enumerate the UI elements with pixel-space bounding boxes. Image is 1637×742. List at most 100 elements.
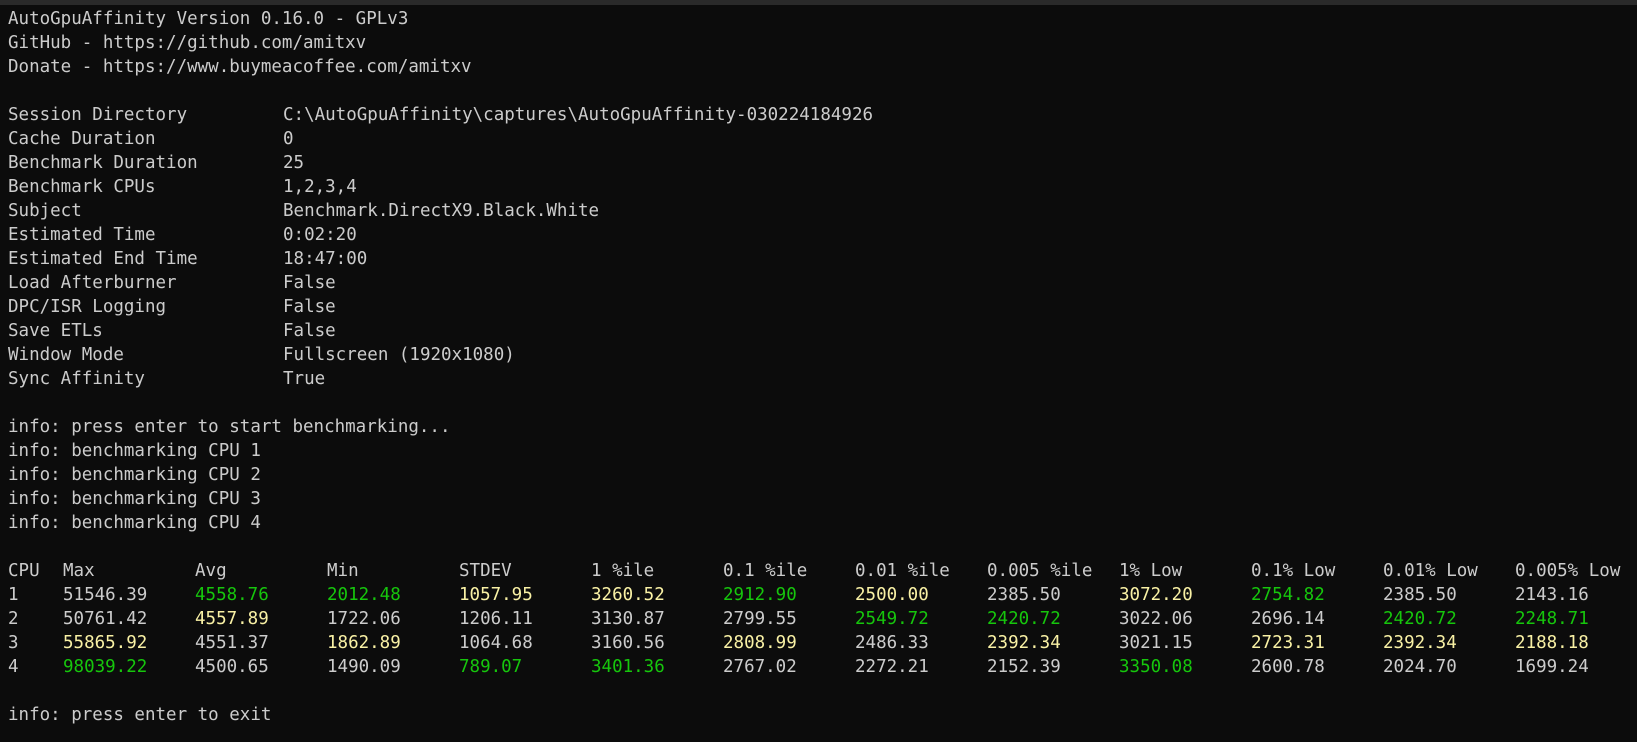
table-cell: 2500.00 xyxy=(855,585,929,605)
table-cell: 3072.20 xyxy=(1119,585,1193,605)
table-cell: 3022.06 xyxy=(1119,609,1193,629)
table-cell: 2696.14 xyxy=(1251,609,1325,629)
config-row: Save ETLs False xyxy=(8,319,1633,343)
table-header-cell: STDEV xyxy=(459,561,512,581)
table-cell: 3350.08 xyxy=(1119,657,1193,677)
table-cell: 2549.72 xyxy=(855,609,929,629)
config-row: DPC/ISR Logging False xyxy=(8,295,1633,319)
table-cell: 2 xyxy=(8,609,19,629)
table-cell: 2012.48 xyxy=(327,585,401,605)
log-line: info: benchmarking CPU 4 xyxy=(8,513,261,533)
table-cell: 3260.52 xyxy=(591,585,665,605)
log-line: info: benchmarking CPU 3 xyxy=(8,489,261,509)
config-value: True xyxy=(283,369,326,389)
table-cell: 1206.11 xyxy=(459,609,533,629)
config-value: 0:02:20 xyxy=(283,225,357,245)
config-key: Sync Affinity xyxy=(8,369,145,389)
table-row: 2 50761.42 4557.89 1722.06 1206.11 3130.87 279… xyxy=(8,607,1633,631)
log-line: info: benchmarking CPU 1 xyxy=(8,441,261,461)
app-title-line: AutoGpuAffinity Version 0.16.0 - GPLv3 xyxy=(8,9,409,29)
config-row: Benchmark Duration 25 xyxy=(8,151,1633,175)
table-cell: 1057.95 xyxy=(459,585,533,605)
table-cell: 2392.34 xyxy=(1383,633,1457,653)
config-key: Benchmark CPUs xyxy=(8,177,156,197)
table-header-cell: 0.005% Low xyxy=(1515,561,1621,581)
table-cell: 2392.34 xyxy=(987,633,1061,653)
table-cell: 51546.39 xyxy=(63,585,148,605)
config-row: Session Directory C:\AutoGpuAffinity\capt… xyxy=(8,103,1633,127)
config-row: Cache Duration 0 xyxy=(8,127,1633,151)
table-cell: 3021.15 xyxy=(1119,633,1193,653)
table-cell: 2723.31 xyxy=(1251,633,1325,653)
table-header-cell: 1 %ile xyxy=(591,561,655,581)
table-cell: 2152.39 xyxy=(987,657,1061,677)
config-value: False xyxy=(283,273,336,293)
config-value: 18:47:00 xyxy=(283,249,368,269)
table-cell: 1490.09 xyxy=(327,657,401,677)
results-table: CPU Max Avg Min STDEV 1 %ile 0.1 %ile 0.01 %ile… xyxy=(8,559,1633,679)
config-key: DPC/ISR Logging xyxy=(8,297,167,317)
table-cell: 3 xyxy=(8,633,19,653)
window-top-border xyxy=(0,0,1637,5)
table-row: 3 55865.92 4551.37 1862.89 1064.68 3160.56 280… xyxy=(8,631,1633,655)
table-cell: 2385.50 xyxy=(987,585,1061,605)
table-cell: 2248.71 xyxy=(1515,609,1589,629)
config-row: Window Mode Fullscreen (1920x1080) xyxy=(8,343,1633,367)
table-header-cell: Avg xyxy=(195,561,227,581)
table-header-cell: 0.1% Low xyxy=(1251,561,1336,581)
config-value: Fullscreen (1920x1080) xyxy=(283,345,515,365)
table-cell: 2188.18 xyxy=(1515,633,1589,653)
log-line: info: press enter to start benchmarking.… xyxy=(8,417,451,437)
config-block: Session Directory C:\AutoGpuAffinity\capt… xyxy=(8,103,1633,391)
table-cell: 2385.50 xyxy=(1383,585,1457,605)
config-key: Subject xyxy=(8,201,82,221)
table-header-cell: 0.01% Low xyxy=(1383,561,1478,581)
table-header-cell: 0.01 %ile xyxy=(855,561,950,581)
table-header-row: CPU Max Avg Min STDEV 1 %ile 0.1 %ile 0.01 %ile… xyxy=(8,559,1633,583)
table-row: 4 98039.22 4500.65 1490.09 789.07 3401.36 2767… xyxy=(8,655,1633,679)
config-row: Estimated Time 0:02:20 xyxy=(8,223,1633,247)
table-cell: 2912.90 xyxy=(723,585,797,605)
table-cell: 2486.33 xyxy=(855,633,929,653)
table-cell: 2754.82 xyxy=(1251,585,1325,605)
table-cell: 50761.42 xyxy=(63,609,148,629)
table-header-cell: CPU xyxy=(8,561,40,581)
config-key: Estimated End Time xyxy=(8,249,198,269)
table-cell: 98039.22 xyxy=(63,657,148,677)
donate-line: Donate - https://www.buymeacoffee.com/am… xyxy=(8,57,472,77)
config-value: C:\AutoGpuAffinity\captures\AutoGpuAffin… xyxy=(283,105,874,125)
config-key: Window Mode xyxy=(8,345,124,365)
config-key: Estimated Time xyxy=(8,225,156,245)
config-key: Benchmark Duration xyxy=(8,153,198,173)
table-cell: 2799.55 xyxy=(723,609,797,629)
log-block: info: press enter to start benchmarking.… xyxy=(8,415,1633,535)
table-cell: 4558.76 xyxy=(195,585,269,605)
config-key: Load Afterburner xyxy=(8,273,177,293)
table-cell: 4 xyxy=(8,657,19,677)
table-row: 1 51546.39 4558.76 2012.48 1057.95 3260.52 291… xyxy=(8,583,1633,607)
table-cell: 2272.21 xyxy=(855,657,929,677)
config-value: 25 xyxy=(283,153,305,173)
config-key: Session Directory xyxy=(8,105,188,125)
table-cell: 2024.70 xyxy=(1383,657,1457,677)
table-cell: 2143.16 xyxy=(1515,585,1589,605)
table-cell: 55865.92 xyxy=(63,633,148,653)
table-cell: 2420.72 xyxy=(987,609,1061,629)
table-cell: 3401.36 xyxy=(591,657,665,677)
table-cell: 1722.06 xyxy=(327,609,401,629)
table-header-cell: 1% Low xyxy=(1119,561,1183,581)
config-row: Sync Affinity True xyxy=(8,367,1633,391)
config-value: 0 xyxy=(283,129,294,149)
github-line: GitHub - https://github.com/amitxv xyxy=(8,33,367,53)
config-key: Save ETLs xyxy=(8,321,103,341)
terminal-output: AutoGpuAffinity Version 0.16.0 - GPLv3 G… xyxy=(8,7,1633,727)
table-header-cell: Min xyxy=(327,561,359,581)
config-row: Benchmark CPUs 1,2,3,4 xyxy=(8,175,1633,199)
table-header-cell: 0.1 %ile xyxy=(723,561,808,581)
table-cell: 4500.65 xyxy=(195,657,269,677)
table-cell: 2420.72 xyxy=(1383,609,1457,629)
table-cell: 1064.68 xyxy=(459,633,533,653)
